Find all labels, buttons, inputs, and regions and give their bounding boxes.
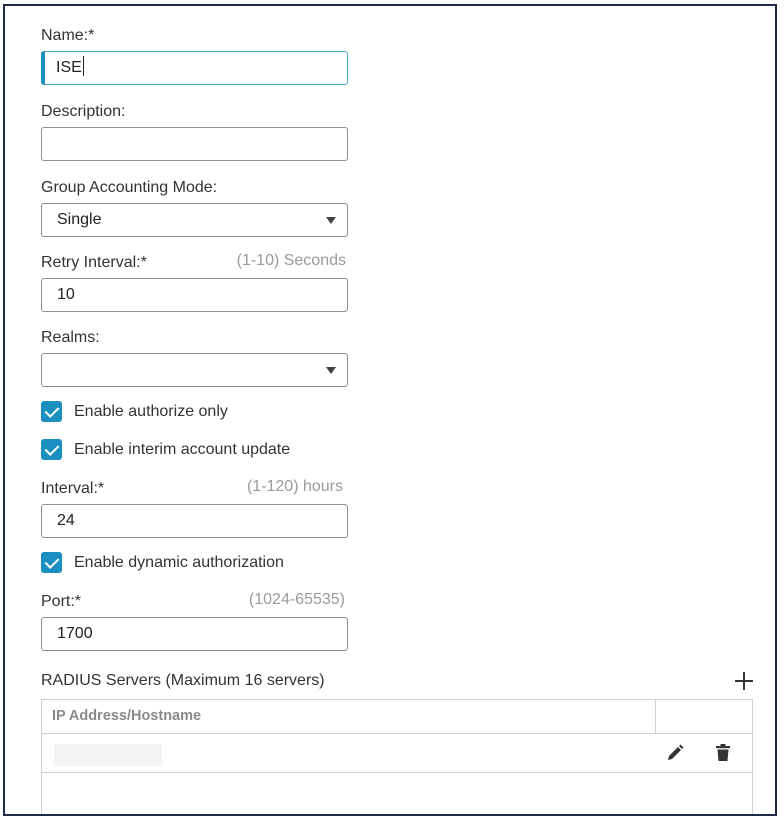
- group-accounting-mode-label: Group Accounting Mode:: [41, 179, 218, 196]
- name-input[interactable]: ISE: [41, 51, 348, 85]
- name-value: ISE: [56, 59, 82, 76]
- text-caret: [82, 56, 84, 76]
- chevron-down-icon: [326, 367, 336, 374]
- table-header: IP Address/Hostname: [42, 700, 752, 734]
- description-input[interactable]: [41, 127, 348, 161]
- enable-dynamic-authorization-checkbox[interactable]: [41, 552, 62, 573]
- description-label: Description:: [41, 103, 126, 120]
- column-divider: [655, 700, 656, 734]
- chevron-down-icon: [326, 217, 336, 224]
- table-row: [42, 734, 752, 773]
- enable-authorize-only-checkbox[interactable]: [41, 401, 62, 422]
- realms-select[interactable]: [41, 353, 348, 387]
- port-hint: (1024-65535): [248, 591, 345, 608]
- group-accounting-mode-value: Single: [57, 211, 102, 228]
- realms-label: Realms:: [41, 329, 100, 346]
- retry-interval-input[interactable]: 10: [41, 278, 348, 312]
- retry-interval-label: Retry Interval:*: [41, 254, 147, 271]
- column-ip-address-hostname: IP Address/Hostname: [52, 708, 202, 724]
- interval-label: Interval:*: [41, 480, 105, 497]
- enable-authorize-only-label: Enable authorize only: [74, 403, 228, 420]
- enable-interim-account-update-checkbox[interactable]: [41, 439, 62, 460]
- interval-hint: (1-120) hours: [246, 478, 343, 495]
- radius-servers-title: RADIUS Servers (Maximum 16 servers): [41, 672, 325, 689]
- radius-servers-table: IP Address/Hostname: [41, 699, 753, 814]
- pencil-icon[interactable]: [664, 742, 686, 764]
- server-host-cell: [54, 744, 162, 766]
- interval-input[interactable]: 24: [41, 504, 348, 538]
- enable-interim-account-update-label: Enable interim account update: [74, 441, 291, 458]
- name-label: Name:*: [41, 27, 95, 44]
- port-label: Port:*: [41, 593, 82, 610]
- retry-interval-hint: (1-10) Seconds: [236, 252, 346, 269]
- enable-dynamic-authorization-label: Enable dynamic authorization: [74, 554, 284, 571]
- trash-icon[interactable]: [712, 742, 734, 764]
- plus-icon[interactable]: [733, 670, 755, 692]
- aaa-server-group-form: Name:* ISE Description: Group Accounting…: [3, 4, 777, 816]
- port-input[interactable]: 1700: [41, 617, 348, 651]
- group-accounting-mode-select[interactable]: Single: [41, 203, 348, 237]
